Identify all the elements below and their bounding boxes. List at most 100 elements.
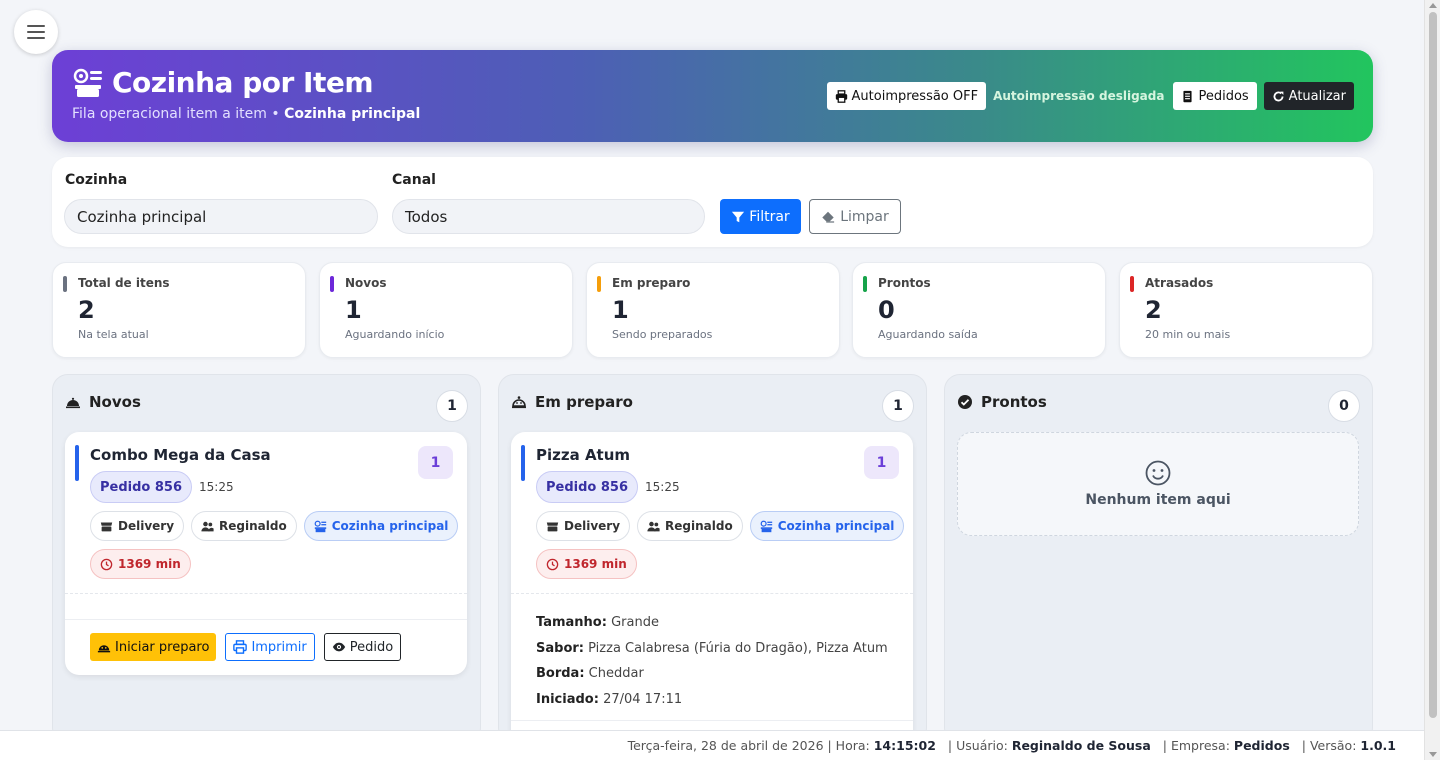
item-card[interactable]: Pizza Atum 1 Pedido 856 15:25 Delivery R… [511,432,913,743]
print-button[interactable]: Imprimir [225,633,315,661]
detail-flavor: Sabor: Pizza Calabresa (Fúria do Dragão)… [536,640,888,656]
refresh-icon [1273,91,1284,101]
stats-row: Total de itens 2 Na tela atual Novos 1 A… [52,262,1373,358]
filter-panel: Cozinha Cozinha principal Canal Todos Fi… [52,157,1373,247]
stat-value: 2 [78,296,95,324]
scrollbar-thumb[interactable] [1429,12,1437,718]
stat-color-bar [863,276,867,292]
card-divider [511,720,913,721]
users-icon [201,521,214,531]
column-title: Novos [89,393,141,411]
autoprint-status-text: Autoimpressão desligada [993,89,1165,103]
detail-crust: Borda: Cheddar [536,666,644,681]
page-subtitle: Fila operacional item a item • Cozinha p… [72,106,421,122]
detail-size: Tamanho: Grande [536,615,659,630]
order-badge[interactable]: Pedido 856 [536,471,639,503]
stat-color-bar [63,276,67,292]
column-em-preparo: Em preparo 1 Pizza Atum 1 Pedido 856 15:… [498,374,927,744]
footer-user: | Usuário: Reginaldo de Sousa [947,738,1151,753]
column-count: 0 [1328,390,1360,422]
hamburger-icon [27,25,45,39]
channel-select[interactable]: Todos [392,199,705,234]
item-quantity-badge: 1 [418,446,453,479]
card-divider [65,593,467,594]
store-icon [546,521,559,531]
channel-chip: Delivery [90,511,185,541]
clock-icon [100,558,113,570]
store-icon [100,521,113,531]
scroll-up-arrow[interactable] [1429,3,1437,8]
stat-title: Atrasados [1145,276,1214,290]
order-badge[interactable]: Pedido 856 [90,471,193,503]
empty-state-text: Nenhum item aqui [1085,492,1231,508]
view-order-button[interactable]: Pedido [323,633,402,661]
stat-subtitle: 20 min ou mais [1145,328,1231,341]
kitchen-chip: Cozinha principal [303,511,459,541]
printer-icon [835,89,847,103]
item-card[interactable]: Combo Mega da Casa 1 Pedido 856 15:25 De… [65,432,467,675]
delay-chip: 1369 min [90,549,191,579]
item-quantity-badge: 1 [864,446,899,479]
clear-button[interactable]: Limpar [809,199,901,234]
stat-preparing: Em preparo 1 Sendo preparados [586,262,840,358]
card-accent [75,445,79,481]
footer-company: | Empresa: Pedidos [1162,738,1290,753]
eraser-icon [822,211,835,223]
order-time: 15:25 [645,480,680,494]
smiley-icon [1145,460,1171,486]
status-bar: Terça-feira, 28 de abril de 2026 | Hora:… [0,730,1424,760]
user-chip: Reginaldo [191,511,297,541]
receipt-icon [1183,90,1193,102]
detail-started: Iniciado: 27/04 17:11 [536,691,683,707]
stat-title: Em preparo [612,276,691,290]
column-title: Em preparo [535,393,633,411]
stat-value: 2 [1145,296,1162,324]
start-preparation-button[interactable]: Iniciar preparo [90,633,217,661]
filter-button[interactable]: Filtrar [720,199,801,234]
card-accent [521,445,525,481]
stat-title: Novos [345,276,387,290]
cooking-icon [97,645,111,653]
stat-title: Prontos [878,276,931,290]
column-prontos: Prontos 0 Nenhum item aqui [944,374,1373,744]
autoprint-toggle-button[interactable]: Autoimpressão OFF [826,82,987,110]
stat-title: Total de itens [78,276,170,290]
footer-datetime: Terça-feira, 28 de abril de 2026 | Hora:… [627,738,936,753]
column-count: 1 [436,390,468,422]
funnel-icon [732,211,745,222]
stat-color-bar [597,276,601,292]
stat-ready: Prontos 0 Aguardando saída [852,262,1106,358]
kitchen-chip: Cozinha principal [749,511,905,541]
kitchen-icon [314,520,326,532]
user-chip: Reginaldo [637,511,743,541]
footer-version: | Versão: 1.0.1 [1301,738,1396,753]
stat-late: Atrasados 2 20 min ou mais [1119,262,1373,358]
menu-toggle-button[interactable] [14,10,58,54]
page-title: Cozinha por Item [112,66,374,99]
stat-value: 1 [612,296,629,324]
stat-subtitle: Aguardando saída [878,328,978,341]
item-name: Pizza Atum [536,446,631,464]
kitchen-icon [760,520,772,532]
stat-subtitle: Aguardando início [345,328,445,341]
stat-new: Novos 1 Aguardando início [319,262,573,358]
stat-value: 1 [345,296,362,324]
scroll-down-arrow[interactable] [1429,752,1437,757]
orders-button[interactable]: Pedidos [1173,82,1257,110]
printer-icon [233,640,248,654]
column-title: Prontos [981,393,1047,411]
page-header: Cozinha por Item Fila operacional item a… [52,50,1373,142]
page-scrollbar[interactable] [1424,0,1440,760]
users-icon [647,521,660,531]
order-time: 15:25 [199,480,234,494]
item-details: Tamanho: Grande Sabor: Pizza Calabresa (… [536,610,888,712]
kitchen-select[interactable]: Cozinha principal [64,199,378,234]
subtitle-kitchen: Cozinha principal [284,106,421,122]
refresh-button[interactable]: Atualizar [1263,82,1354,110]
item-name: Combo Mega da Casa [90,446,271,464]
stat-subtitle: Sendo preparados [612,328,713,341]
kitchen-filter-label: Cozinha [65,172,128,188]
clock-icon [546,558,559,570]
column-novos: Novos 1 Combo Mega da Casa 1 Pedido 856 … [52,374,481,744]
cooking-icon [512,396,526,409]
